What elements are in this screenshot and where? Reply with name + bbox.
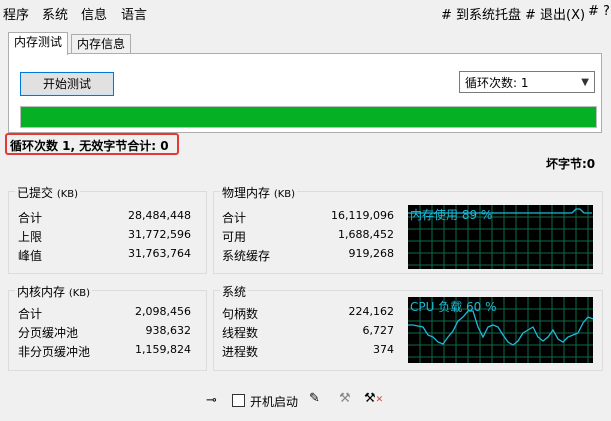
physical-available-label: 可用 bbox=[222, 230, 247, 244]
committed-total-label: 合计 bbox=[18, 211, 43, 225]
committed-limit-value: 31,772,596 bbox=[128, 228, 191, 241]
test-progress-bar bbox=[20, 106, 597, 128]
physical-memory-group: 物理内存 (KB) 合计 16,119,096 可用 1,688,452 系统缓… bbox=[213, 184, 603, 274]
menu-help[interactable]: # ? bbox=[588, 4, 610, 19]
memory-usage-graph: 内存使用 89 % bbox=[408, 205, 593, 269]
physical-total-label: 合计 bbox=[222, 211, 247, 225]
pin-icon[interactable]: ⊸ bbox=[206, 393, 217, 408]
cpu-load-line bbox=[408, 310, 593, 346]
tools-alert-icon[interactable]: ⚒✕ bbox=[364, 391, 383, 406]
kernel-total-label: 合计 bbox=[18, 307, 43, 321]
kernel-nonpaged-label: 非分页缓冲池 bbox=[18, 345, 91, 359]
kernel-total-value: 2,098,456 bbox=[135, 305, 191, 318]
kernel-memory-group: 内核内存 (KB) 合计 2,098,456 分页缓冲池 938,632 非分页… bbox=[8, 283, 207, 371]
menu-info[interactable]: 信息 bbox=[81, 4, 107, 23]
kernel-nonpaged-value: 1,159,824 bbox=[135, 343, 191, 356]
physical-total-value: 16,119,096 bbox=[331, 209, 394, 222]
menu-program[interactable]: 程序 bbox=[3, 4, 29, 23]
test-panel: 开始测试 循环次数: 1 ▼ bbox=[8, 53, 602, 133]
physical-cache-label: 系统缓存 bbox=[222, 249, 271, 263]
handles-value: 224,162 bbox=[348, 305, 395, 318]
committed-total-value: 28,484,448 bbox=[128, 209, 191, 222]
kernel-paged-value: 938,632 bbox=[145, 324, 192, 337]
committed-limit-label: 上限 bbox=[18, 230, 43, 244]
chevron-down-icon: ▼ bbox=[581, 77, 589, 88]
committed-title: 已提交 (KB) bbox=[15, 184, 81, 201]
committed-group: 已提交 (KB) 合计 28,484,448 上限 31,772,596 峰值 … bbox=[8, 184, 207, 274]
status-text: 循环次数 1, 无效字节合计: 0 bbox=[10, 139, 169, 153]
handles-label: 句柄数 bbox=[222, 307, 259, 321]
committed-peak-value: 31,763,764 bbox=[128, 247, 191, 260]
menu-bar: 程序 系统 信息 语言 # 到系统托盘 # 退出(X) # ? bbox=[0, 0, 611, 24]
system-title: 系统 bbox=[220, 283, 249, 300]
autostart-label: 开机启动 bbox=[250, 395, 299, 409]
progress-fill bbox=[21, 107, 596, 127]
pen-icon[interactable]: ✎ bbox=[309, 391, 320, 406]
threads-label: 线程数 bbox=[222, 326, 259, 340]
cpu-load-graph: CPU 负载 60 % bbox=[408, 297, 593, 363]
menu-language[interactable]: 语言 bbox=[121, 4, 147, 23]
autostart-checkbox[interactable] bbox=[232, 394, 245, 407]
bad-bytes-count: 坏字节:0 bbox=[546, 157, 596, 171]
tools-icon[interactable]: ⚒ bbox=[339, 391, 351, 406]
processes-value: 374 bbox=[373, 343, 394, 356]
processes-label: 进程数 bbox=[222, 345, 259, 359]
menu-exit[interactable]: # 退出(X) bbox=[525, 4, 585, 23]
loop-count-value: 循环次数: 1 bbox=[465, 76, 529, 90]
start-test-button[interactable]: 开始测试 bbox=[20, 72, 114, 96]
menu-to-tray[interactable]: # 到系统托盘 bbox=[441, 4, 521, 23]
memory-usage-label: 内存使用 89 % bbox=[410, 208, 493, 222]
kernel-title: 内核内存 (KB) bbox=[15, 283, 93, 300]
loop-count-select[interactable]: 循环次数: 1 ▼ bbox=[459, 71, 595, 93]
physical-title: 物理内存 (KB) bbox=[220, 184, 298, 201]
committed-peak-label: 峰值 bbox=[18, 249, 43, 263]
menu-system[interactable]: 系统 bbox=[42, 4, 68, 23]
tab-memory-test[interactable]: 内存测试 bbox=[8, 32, 69, 55]
physical-cache-value: 919,268 bbox=[348, 247, 395, 260]
cpu-load-label: CPU 负载 60 % bbox=[410, 300, 497, 314]
kernel-paged-label: 分页缓冲池 bbox=[18, 326, 79, 340]
system-group: 系统 句柄数 224,162 线程数 6,727 进程数 374 CPU 负载 … bbox=[213, 283, 603, 371]
threads-value: 6,727 bbox=[362, 324, 395, 337]
tab-memory-info[interactable]: 内存信息 bbox=[71, 34, 132, 54]
physical-available-value: 1,688,452 bbox=[338, 228, 394, 241]
